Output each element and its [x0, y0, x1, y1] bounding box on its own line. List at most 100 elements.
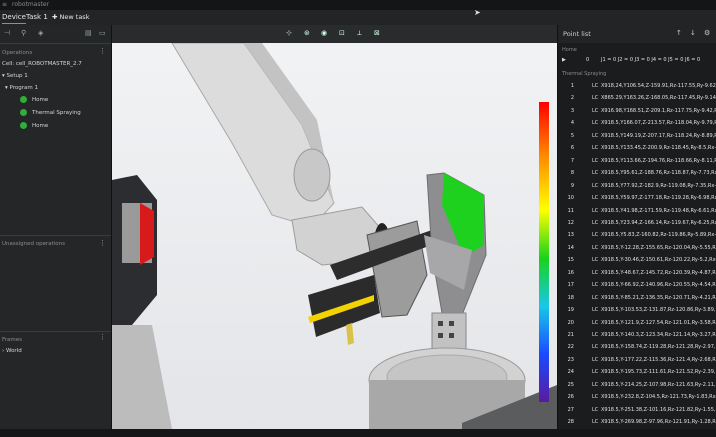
point-coordinates: X918.5,Y166.07,Z-213.57,Rz-118.04,Ry-9.7…: [601, 120, 716, 127]
point-row[interactable]: 13 LC X918.5,Y5.83,Z-160.82,Rz-119.86,Ry-5…: [558, 232, 716, 243]
point-row[interactable]: 23 LC X918.5,Y-177.22,Z-115.36,Rz-121.4,Ry…: [558, 357, 716, 368]
collision-icon[interactable]: ⊠: [374, 29, 380, 37]
point-row[interactable]: 14 LC X918.5,Y-12.28,Z-155.65,Rz-120.04,Ry…: [558, 245, 716, 256]
operation-label: Home: [32, 123, 49, 129]
new-task-button[interactable]: ✚ New task: [52, 12, 89, 23]
point-row[interactable]: 18 LC X918.5,Y-85.21,Z-136.35,Rz-120.71,Ry…: [558, 295, 716, 306]
point-number: 9: [570, 182, 574, 189]
3d-viewport[interactable]: ⊹ ⊛ ◉ ⊡ ⟂ ⊠: [112, 25, 557, 429]
point-type: LC: [592, 219, 599, 226]
point-row[interactable]: 10 LC X918.5,Y59.97,Z-177.18,Rz-119.28,Ry-…: [558, 195, 716, 206]
view-frame-icon[interactable]: ⊡: [339, 29, 345, 37]
view-fit-icon[interactable]: ⊹: [286, 29, 292, 37]
tab-device[interactable]: Device: [2, 12, 26, 24]
point-row[interactable]: 17 LC X918.5,Y-66.92,Z-140.96,Rz-120.55,Ry…: [558, 282, 716, 293]
part-icon[interactable]: ◈: [38, 29, 43, 37]
point-coordinates: X918.5,Y113.66,Z-194.76,Rz-118.66,Ry-8.1…: [601, 157, 716, 164]
operation-label: Home: [32, 97, 49, 103]
view-rotate-icon[interactable]: ⊛: [304, 29, 310, 37]
point-row[interactable]: 15 LC X918.5,Y-30.46,Z-150.61,Rz-120.22,Ry…: [558, 257, 716, 268]
point-row[interactable]: 8 LC X918.5,Y95.61,Z-188.76,Rz-118.87,Ry-7…: [558, 170, 716, 181]
world-label: World: [5, 348, 22, 354]
point-row[interactable]: 6 LC X918.5,Y133.45,Z-200.9,Rz-118.45,Ry-8…: [558, 145, 716, 156]
point-row[interactable]: 7 LC X918.5,Y113.66,Z-194.76,Rz-118.66,Ry-…: [558, 158, 716, 169]
operation-item-home[interactable]: Home: [20, 122, 48, 129]
arrow-up-icon[interactable]: ↑: [676, 29, 682, 37]
robot-icon[interactable]: ⚲: [21, 29, 26, 37]
point-coordinates: X918.5,Y-232.8,Z-104.5,Rz-121.73,Ry-1.83…: [601, 394, 716, 401]
gear-icon[interactable]: ⚙: [704, 29, 710, 37]
point-row[interactable]: 26 LC X918.5,Y-232.8,Z-104.5,Rz-121.73,Ry-…: [558, 394, 716, 405]
point-type: LC: [592, 381, 599, 388]
status-dot-icon: [20, 109, 27, 116]
point-row[interactable]: 16 LC X918.5,Y-48.67,Z-145.72,Rz-120.39,Ry…: [558, 270, 716, 281]
point-row[interactable]: 25 LC X918.5,Y-214.25,Z-107.98,Rz-121.63,R…: [558, 382, 716, 393]
point-row[interactable]: 5 LC X918.5,Y149.19,Z-207.17,Rz-118.24,Ry-…: [558, 133, 716, 144]
cell-label[interactable]: Cell: cell_ROBOTMASTER_2.7: [2, 61, 82, 67]
point-number: 20: [567, 319, 574, 326]
point-row[interactable]: 21 LC X918.5,Y-140.3,Z-123.34,Rz-121.14,Ry…: [558, 332, 716, 343]
monitor-icon[interactable]: ▭: [99, 29, 106, 37]
more-options-icon[interactable]: ⋮: [99, 47, 106, 55]
robot-scene[interactable]: [112, 25, 557, 429]
point-row[interactable]: 2 LC X865.29,Y163.26,Z-168.05,Rz-117.45,Ry…: [558, 95, 716, 106]
point-coordinates: X918.5,Y-121.9,Z-127.54,Rz-121.01,Ry-3.5…: [601, 319, 716, 326]
point-row[interactable]: 27 LC X918.5,Y-251.38,Z-101.16,Rz-121.82,R…: [558, 407, 716, 418]
point-row[interactable]: 1 LC X918,24,Y106.54,Z-159.91,Rz-117.55,Ry…: [558, 83, 716, 94]
point-type: LC: [592, 132, 599, 139]
arrow-down-icon[interactable]: ↓: [690, 29, 696, 37]
operation-item-home[interactable]: Home: [20, 96, 48, 103]
mouse-cursor-icon: ➤: [474, 8, 481, 17]
point-coordinates: X918.5,Y-195.73,Z-111.61,Rz-121.52,Ry-2.…: [601, 369, 716, 376]
play-icon[interactable]: ▶: [562, 57, 574, 63]
new-task-label: New task: [59, 13, 90, 21]
point-type: LC: [592, 207, 599, 214]
point-coordinates: X918.5,Y23.94,Z-166.14,Rz-119.67,Ry-6.25…: [601, 219, 716, 226]
more-options-icon[interactable]: ⋮: [99, 239, 106, 247]
point-coordinates: X918.5,Y5.83,Z-160.82,Rz-119.86,Ry-5.89,…: [601, 232, 716, 239]
point-row-home[interactable]: ▶ 0 J1 = 0 J2 = 0 J3 = 0 J4 = 0 J5 = 0 J…: [558, 57, 716, 68]
point-row[interactable]: 3 LC X916.98,Y168.51,Z-209.1,Rz-117.75,Ry-…: [558, 108, 716, 119]
fixture-bolt: [438, 321, 443, 326]
point-number: 0: [586, 57, 590, 63]
point-type: LC: [592, 356, 599, 363]
frame-item-world[interactable]: › World: [2, 348, 22, 354]
heatmap-legend-colorbar: [539, 102, 549, 402]
workcell-icon[interactable]: ⊣: [4, 29, 10, 37]
point-number: 7: [570, 157, 574, 164]
point-list-header: Point list ↑ ↓ ⚙: [558, 25, 716, 43]
point-coordinates: X918.5,Y-158.74,Z-119.28,Rz-121.28,Ry-2.…: [601, 344, 716, 351]
point-coordinates: X918.5,Y-251.38,Z-101.16,Rz-121.82,Ry-1.…: [601, 406, 716, 413]
point-number: 18: [567, 294, 574, 301]
point-row[interactable]: 11 LC X918.5,Y41.98,Z-171.59,Rz-119.48,Ry-…: [558, 208, 716, 219]
axis-icon[interactable]: ⟂: [357, 29, 362, 38]
spray-tip: [346, 323, 354, 345]
point-row[interactable]: 19 LC X918.5,Y-103.53,Z-131.87,Rz-120.86,R…: [558, 307, 716, 318]
point-number: 19: [567, 307, 574, 314]
point-row[interactable]: 22 LC X918.5,Y-158.74,Z-119.28,Rz-121.28,R…: [558, 344, 716, 355]
operation-item-thermal-spraying[interactable]: Thermal Spraying: [20, 109, 81, 116]
tab-task-1[interactable]: Task 1: [26, 12, 48, 23]
more-options-icon[interactable]: ⋮: [99, 333, 106, 341]
point-type: LC: [592, 394, 599, 401]
point-number: 23: [567, 356, 574, 363]
point-number: 12: [567, 219, 574, 226]
tree-item-program[interactable]: ▾ Program 1: [5, 85, 38, 91]
point-list-panel: Point list ↑ ↓ ⚙ Home ▶ 0 J1 = 0 J2 = 0 …: [557, 25, 716, 429]
point-coordinates: X918.5,Y-12.28,Z-155.65,Rz-120.04,Ry-5.5…: [601, 244, 716, 251]
point-type: LC: [592, 120, 599, 127]
point-coordinates: X916.98,Y168.51,Z-209.1,Rz-117.75,Ry-9.4…: [601, 107, 716, 114]
document-icon[interactable]: ▤: [85, 29, 92, 37]
point-row[interactable]: 20 LC X918.5,Y-121.9,Z-127.54,Rz-121.01,Ry…: [558, 320, 716, 331]
hamburger-menu-icon[interactable]: ≡: [2, 1, 7, 8]
point-row[interactable]: 4 LC X918.5,Y166.07,Z-213.57,Rz-118.04,Ry-…: [558, 120, 716, 131]
eye-icon[interactable]: ◉: [321, 29, 327, 37]
point-row[interactable]: 12 LC X918.5,Y23.94,Z-166.14,Rz-119.67,Ry-…: [558, 220, 716, 231]
tree-item-setup[interactable]: ▾ Setup 1: [2, 73, 28, 79]
point-type: LC: [592, 319, 599, 326]
point-row[interactable]: 24 LC X918.5,Y-195.73,Z-111.61,Rz-121.52,R…: [558, 369, 716, 380]
point-row[interactable]: 9 LC X918.5,Y77.92,Z-182.9,Rz-119.08,Ry-7.…: [558, 183, 716, 194]
point-coordinates: X918.5,Y133.45,Z-200.9,Rz-118.45,Ry-8.5,…: [601, 145, 716, 152]
point-type: LC: [592, 157, 599, 164]
point-number: 26: [567, 394, 574, 401]
